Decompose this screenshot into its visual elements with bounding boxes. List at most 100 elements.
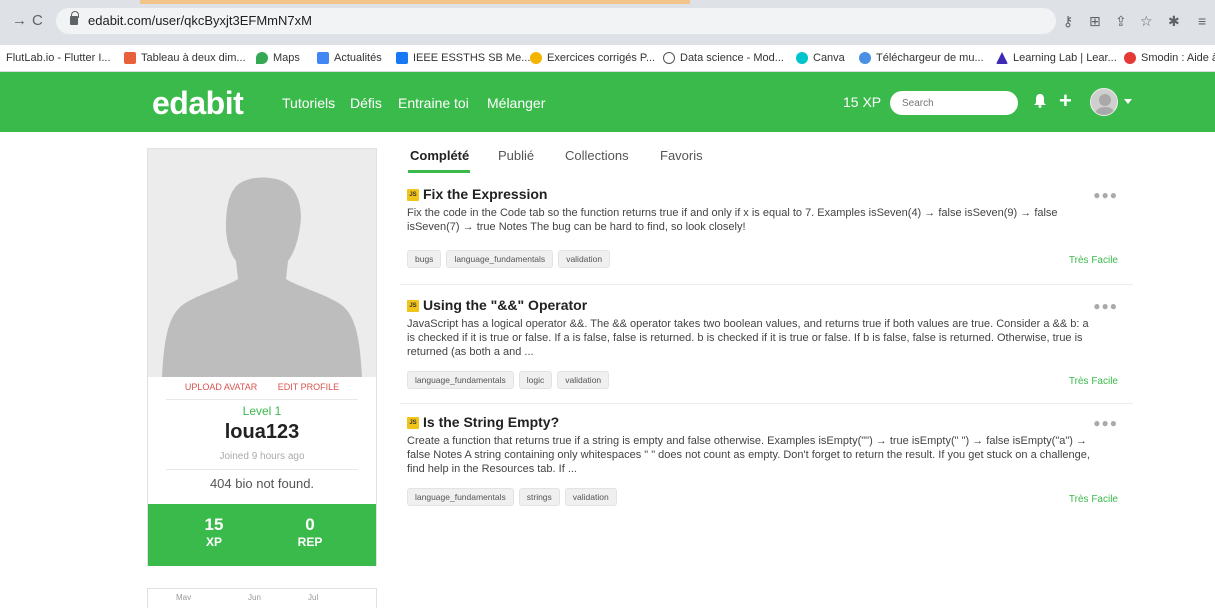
trello-icon	[396, 52, 408, 64]
site-header: edabit Tutoriels Défis Entraine toi Méla…	[0, 72, 1215, 132]
javascript-icon: JS	[407, 189, 419, 201]
user-silhouette-icon	[162, 177, 362, 377]
tag[interactable]: validation	[558, 250, 611, 268]
challenge-card[interactable]: JS Using the "&&" Operator ●●● JavaScrip…	[399, 297, 1134, 397]
chevron-down-icon[interactable]	[1124, 99, 1132, 104]
news-icon	[317, 52, 329, 64]
extensions-icon[interactable]: ✱	[1168, 13, 1180, 30]
tab-favoris[interactable]: Favoris	[660, 148, 703, 163]
bookmark-label: Data science - Mod...	[680, 52, 784, 64]
triangle-icon	[996, 52, 1008, 64]
globe-icon	[859, 52, 871, 64]
profile-avatar	[148, 149, 376, 377]
divider	[400, 284, 1133, 285]
search-input[interactable]	[890, 91, 1018, 115]
smodin-icon	[1124, 52, 1136, 64]
profile-actions: UPLOAD AVATAR EDIT PROFILE	[148, 382, 376, 392]
challenge-title[interactable]: Fix the Expression	[423, 186, 547, 202]
bell-icon[interactable]	[1034, 94, 1046, 108]
bookmark-item[interactable]: Canva	[796, 52, 845, 64]
user-avatar[interactable]	[1090, 88, 1118, 116]
tag[interactable]: strings	[518, 488, 560, 506]
bookmark-label: Maps	[273, 52, 300, 64]
tag[interactable]: bugs	[407, 250, 442, 268]
edit-profile-link[interactable]: EDIT PROFILE	[278, 382, 339, 392]
bookmark-item[interactable]: Téléchargeur de mu...	[859, 52, 984, 64]
share-icon[interactable]: ⇪	[1115, 13, 1127, 30]
active-tab-strip	[140, 0, 690, 4]
nav-entraine-toi[interactable]: Entraine toi	[398, 95, 469, 111]
challenge-title[interactable]: Is the String Empty?	[423, 414, 559, 430]
xp-value: 15	[204, 515, 224, 534]
javascript-icon: JS	[407, 417, 419, 429]
bookmark-label: Canva	[813, 52, 845, 64]
challenge-description: Fix the code in the Code tab so the func…	[407, 207, 1058, 233]
xp-counter: 15 XP	[843, 94, 882, 110]
challenge-description: Create a function that returns true if a…	[407, 435, 1090, 475]
divider	[166, 399, 358, 400]
bookmark-item[interactable]: FlutLab.io - Flutter I...	[6, 52, 111, 64]
more-options-icon[interactable]: ●●●	[1093, 299, 1118, 313]
tag[interactable]: logic	[518, 371, 553, 389]
address-bar[interactable]: edabit.com/user/qkcByxjt3EFMmN7xM	[56, 8, 1056, 34]
bookmark-item[interactable]: IEEE ESSTHS SB Me...	[396, 52, 530, 64]
activity-card: Mav Jun Jul	[147, 588, 377, 608]
key-icon[interactable]: ⚷	[1063, 13, 1073, 30]
maps-pin-icon	[256, 52, 268, 64]
lock-icon	[70, 11, 79, 25]
tab-publie[interactable]: Publié	[498, 148, 534, 163]
rep-stat: 0 REP	[270, 515, 350, 550]
menu-icon[interactable]: ≡	[1198, 13, 1206, 29]
more-options-icon[interactable]: ●●●	[1093, 416, 1118, 430]
tab-complete[interactable]: Complété	[410, 148, 469, 163]
challenge-description: JavaScript has a logical operator &&. Th…	[407, 318, 1089, 358]
bookmark-item[interactable]: Tableau à deux dim...	[124, 52, 246, 64]
bookmarks-bar: FlutLab.io - Flutter I... Tableau à deux…	[0, 45, 1215, 72]
bookmark-favicon-icon	[124, 52, 136, 64]
edabit-logo[interactable]: edabit	[152, 85, 244, 122]
plus-icon[interactable]: +	[1059, 88, 1072, 114]
tag[interactable]: language_fundamentals	[407, 371, 514, 389]
tag[interactable]: language_fundamentals	[446, 250, 554, 268]
tab-collections[interactable]: Collections	[565, 148, 629, 163]
star-icon[interactable]: ☆	[1140, 13, 1153, 30]
bookmark-label: Learning Lab | Lear...	[1013, 52, 1117, 64]
bookmark-item[interactable]: Actualités	[317, 52, 382, 64]
user-bio: 404 bio not found.	[209, 476, 315, 491]
difficulty-label: Très Facile	[1068, 494, 1118, 505]
tag[interactable]: validation	[557, 371, 610, 389]
challenge-card[interactable]: JS Fix the Expression ●●● Fix the code i…	[399, 186, 1134, 278]
bookmark-item[interactable]: Smodin : Aide à	[1124, 52, 1215, 64]
difficulty-label: Très Facile	[1068, 255, 1118, 266]
canva-icon	[796, 52, 808, 64]
bookmark-item[interactable]: Maps	[256, 52, 300, 64]
bookmark-label: Tableau à deux dim...	[141, 52, 246, 64]
tag[interactable]: language_fundamentals	[407, 488, 514, 506]
tag-list: bugs language_fundamentals validation	[407, 250, 615, 268]
difficulty-label: Très Facile	[1068, 376, 1118, 387]
more-options-icon[interactable]: ●●●	[1093, 188, 1118, 202]
bookmark-label: Exercices corrigés P...	[547, 52, 656, 64]
month-label: Jul	[308, 593, 319, 602]
nav-defis[interactable]: Défis	[350, 95, 382, 111]
stats-panel: 15 XP 0 REP	[148, 504, 376, 566]
tag[interactable]: validation	[564, 488, 617, 506]
bookmark-label: Téléchargeur de mu...	[876, 52, 984, 64]
bookmark-label: IEEE ESSTHS SB Me...	[413, 52, 531, 64]
nav-melanger[interactable]: Mélanger	[487, 95, 545, 111]
month-label: Mav	[176, 593, 192, 602]
reload-icon[interactable]: C	[32, 12, 43, 30]
bookmark-item[interactable]: Data science - Mod...	[663, 52, 784, 64]
nav-tutoriels[interactable]: Tutoriels	[282, 95, 335, 111]
url-text: edabit.com/user/qkcByxjt3EFMmN7xM	[88, 13, 312, 28]
challenge-card[interactable]: JS Is the String Empty? ●●● Create a fun…	[399, 414, 1134, 514]
divider	[400, 403, 1133, 404]
translate-icon[interactable]: ⊞	[1089, 13, 1101, 30]
upload-avatar-link[interactable]: UPLOAD AVATAR	[185, 382, 257, 392]
bookmark-item[interactable]: Learning Lab | Lear...	[996, 52, 1117, 64]
challenge-title[interactable]: Using the "&&" Operator	[423, 297, 587, 313]
user-level: Level 1	[242, 404, 282, 418]
bookmark-item[interactable]: Exercices corrigés P...	[530, 52, 655, 64]
forward-icon[interactable]: →	[12, 12, 27, 30]
bookmark-label: FlutLab.io - Flutter I...	[6, 52, 111, 64]
